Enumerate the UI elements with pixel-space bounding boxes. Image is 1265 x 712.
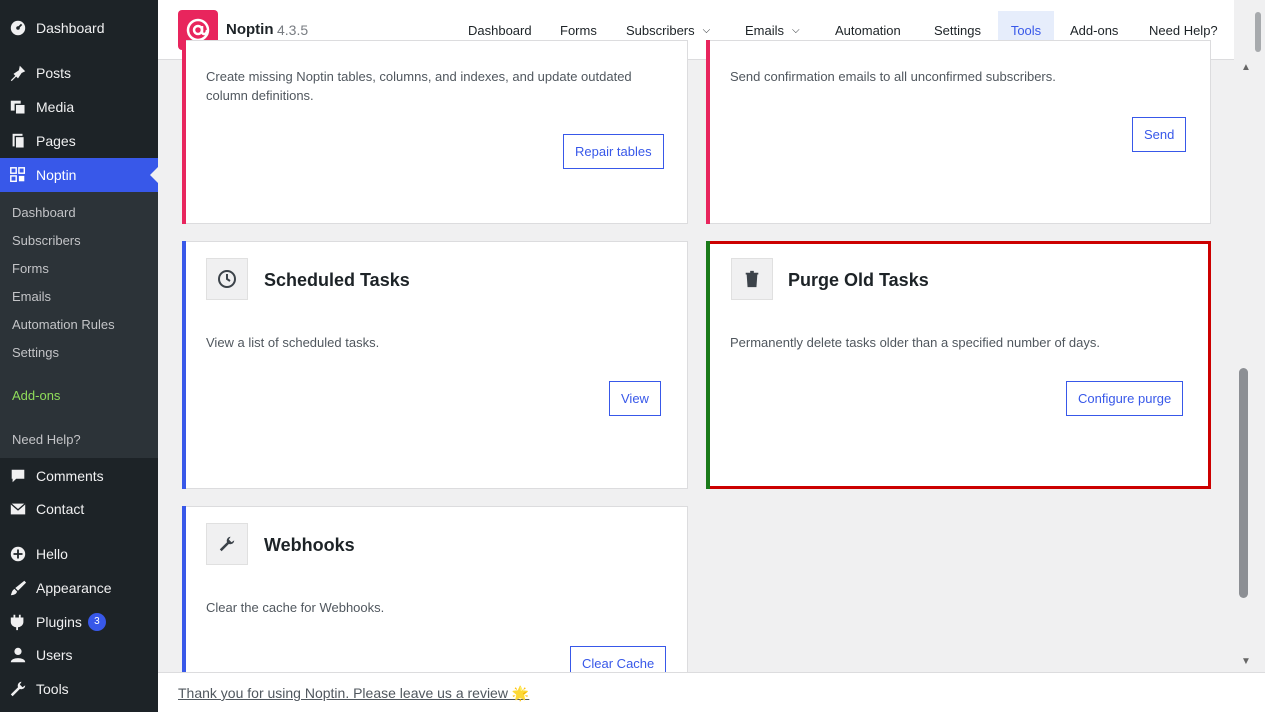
submenu-forms[interactable]: Forms bbox=[12, 261, 49, 276]
menu-noptin-label: Noptin bbox=[36, 167, 77, 183]
submenu-subscribers[interactable]: Subscribers bbox=[12, 233, 81, 248]
media-icon bbox=[8, 97, 28, 117]
card-description: View a list of scheduled tasks. bbox=[206, 335, 380, 350]
pin-icon bbox=[8, 63, 28, 83]
nav-forms-label: Forms bbox=[560, 22, 597, 38]
menu-posts[interactable]: Posts bbox=[0, 56, 158, 90]
plugins-update-badge: 3 bbox=[87, 613, 106, 631]
plus-circle-icon bbox=[8, 544, 28, 564]
review-link[interactable]: Thank you for using Noptin. Please leave… bbox=[178, 685, 529, 702]
nav-addons-label: Add-ons bbox=[1070, 22, 1119, 38]
card-accent bbox=[706, 241, 710, 489]
menu-noptin[interactable]: Noptin bbox=[0, 158, 158, 192]
menu-pages-label: Pages bbox=[36, 133, 76, 149]
plugin-icon bbox=[8, 612, 28, 632]
configure-purge-button[interactable]: Configure purge bbox=[1066, 381, 1184, 416]
card-description: Permanently delete tasks older than a sp… bbox=[730, 335, 1100, 350]
scroll-down-arrow-icon[interactable]: ▼ bbox=[1238, 656, 1254, 668]
card-title: Webhooks bbox=[264, 535, 355, 555]
menu-users[interactable]: Users bbox=[0, 638, 158, 672]
grid-icon bbox=[8, 165, 28, 185]
window-scrollbar-thumb[interactable] bbox=[1255, 12, 1261, 52]
scrollbar-thumb[interactable] bbox=[1239, 368, 1248, 598]
wrench-icon bbox=[8, 679, 28, 699]
send-confirmation-card: Send confirmation emails to all unconfir… bbox=[706, 40, 1211, 224]
menu-plugins[interactable]: Plugins 3 bbox=[0, 605, 158, 639]
submenu-automation-rules[interactable]: Automation Rules bbox=[12, 317, 115, 332]
menu-contact-label: Contact bbox=[36, 501, 85, 517]
user-icon bbox=[8, 645, 28, 665]
menu-tools-label: Tools bbox=[36, 681, 69, 697]
brand-name: Noptin bbox=[226, 21, 274, 38]
card-description: Create missing Noptin tables, columns, a… bbox=[206, 69, 632, 103]
nav-settings-label: Settings bbox=[934, 22, 981, 38]
admin-footer: Thank you for using Noptin. Please leave… bbox=[158, 672, 1265, 712]
menu-comments-label: Comments bbox=[36, 468, 104, 484]
admin-sidebar: Dashboard Posts Media Pages Noptin Dashb… bbox=[0, 0, 158, 712]
menu-tools[interactable]: Tools bbox=[0, 672, 158, 706]
submenu-need-help[interactable]: Need Help? bbox=[12, 432, 81, 447]
card-accent bbox=[706, 40, 710, 224]
menu-media-label: Media bbox=[36, 99, 75, 115]
wrench-icon bbox=[206, 523, 248, 565]
view-button[interactable]: View bbox=[609, 381, 661, 416]
menu-plugins-label: Plugins bbox=[36, 614, 82, 630]
brush-icon bbox=[8, 578, 28, 598]
repair-tables-card: Create missing Noptin tables, columns, a… bbox=[182, 40, 688, 224]
card-title: Purge Old Tasks bbox=[788, 270, 929, 290]
send-button[interactable]: Send bbox=[1132, 117, 1187, 152]
nav-need-help-label: Need Help? bbox=[1149, 22, 1218, 38]
nav-emails-label: Emails bbox=[745, 22, 785, 38]
submenu-addons[interactable]: Add-ons bbox=[12, 388, 60, 403]
menu-comments[interactable]: Comments bbox=[0, 459, 158, 493]
nav-automation-label: Automation bbox=[835, 22, 901, 38]
card-accent bbox=[182, 40, 186, 224]
card-title: Scheduled Tasks bbox=[264, 270, 410, 290]
submenu-dashboard[interactable]: Dashboard bbox=[12, 205, 76, 220]
dashboard-icon bbox=[8, 18, 28, 38]
submenu-settings[interactable]: Settings bbox=[12, 345, 59, 360]
menu-dashboard[interactable]: Dashboard bbox=[0, 11, 158, 45]
repair-tables-button[interactable]: Repair tables bbox=[563, 134, 664, 169]
card-description: Clear the cache for Webhooks. bbox=[206, 600, 385, 615]
menu-dashboard-label: Dashboard bbox=[36, 20, 105, 36]
pages-icon bbox=[8, 131, 28, 151]
menu-hello-label: Hello bbox=[36, 546, 68, 562]
noptin-submenu: Dashboard Subscribers Forms Emails Autom… bbox=[0, 192, 158, 458]
trash-icon bbox=[731, 258, 773, 300]
menu-appearance[interactable]: Appearance bbox=[0, 571, 158, 605]
nav-tools-label: Tools bbox=[1010, 22, 1042, 38]
scheduled-tasks-card: Scheduled Tasks View a list of scheduled… bbox=[182, 241, 688, 489]
chevron-down-icon: ⌵ bbox=[792, 24, 800, 36]
scroll-up-arrow-icon[interactable]: ▲ bbox=[1238, 62, 1254, 74]
menu-contact[interactable]: Contact bbox=[0, 492, 158, 526]
menu-users-label: Users bbox=[36, 647, 73, 663]
menu-appearance-label: Appearance bbox=[36, 580, 112, 596]
nav-dashboard-label: Dashboard bbox=[468, 22, 532, 38]
menu-media[interactable]: Media bbox=[0, 90, 158, 124]
comment-icon bbox=[8, 466, 28, 486]
chevron-down-icon: ⌵ bbox=[702, 24, 711, 36]
menu-pages[interactable]: Pages bbox=[0, 124, 158, 158]
menu-posts-label: Posts bbox=[36, 65, 72, 81]
nav-subscribers-label: Subscribers bbox=[626, 22, 695, 38]
clock-icon bbox=[206, 258, 248, 300]
card-description: Send confirmation emails to all unconfir… bbox=[730, 69, 1056, 84]
mail-icon bbox=[8, 499, 28, 519]
card-accent bbox=[182, 241, 186, 489]
menu-hello[interactable]: Hello bbox=[0, 537, 158, 571]
purge-old-tasks-card: Purge Old Tasks Permanently delete tasks… bbox=[706, 241, 1211, 489]
version-number: 4.3.5 bbox=[277, 22, 309, 38]
submenu-emails[interactable]: Emails bbox=[12, 289, 51, 304]
